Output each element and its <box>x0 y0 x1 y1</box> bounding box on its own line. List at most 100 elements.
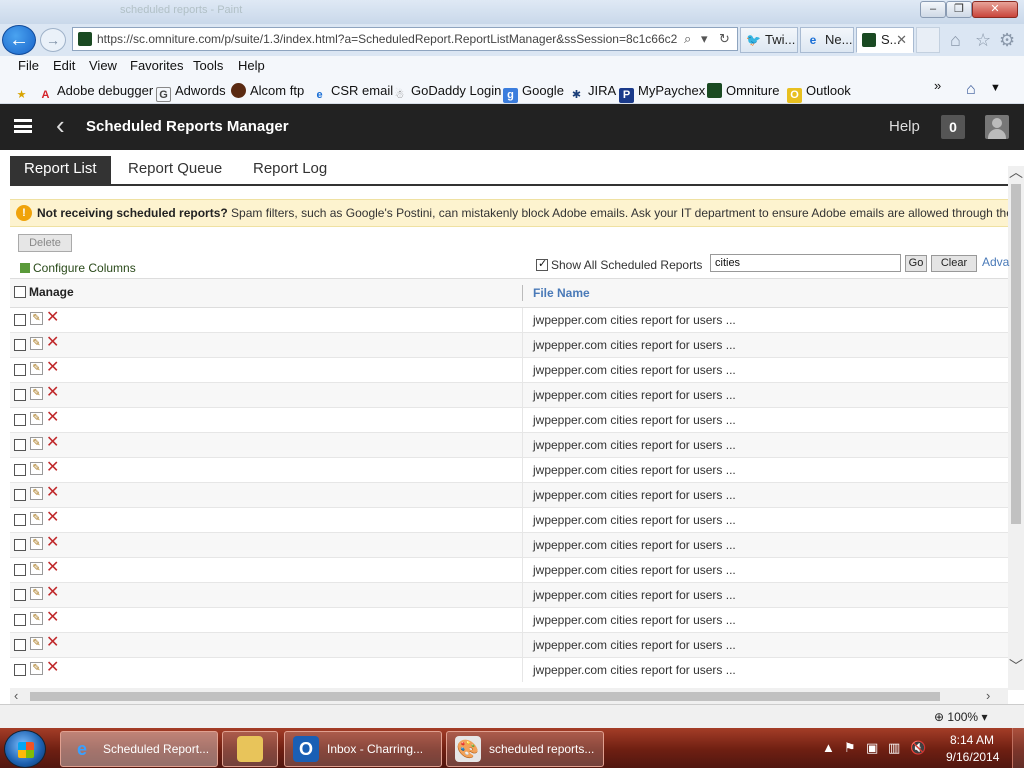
row-checkbox[interactable] <box>14 414 26 426</box>
network-icon[interactable]: ▥ <box>888 740 900 756</box>
table-row[interactable]: ✎ ✕ jwpepper.com cities report for users .… <box>10 583 1008 608</box>
search-input[interactable] <box>710 254 901 272</box>
edit-icon[interactable]: ✎ <box>30 662 43 675</box>
scroll-right-icon[interactable]: › <box>986 688 990 703</box>
table-row[interactable]: ✎ ✕ jwpepper.com cities report for users .… <box>10 608 1008 633</box>
back-button[interactable]: ← <box>2 25 36 55</box>
show-all-checkbox[interactable] <box>536 257 548 271</box>
file-name-cell[interactable]: jwpepper.com cities report for users ... <box>533 663 736 677</box>
table-row[interactable]: ✎ ✕ jwpepper.com cities report for users .… <box>10 458 1008 483</box>
file-name-cell[interactable]: jwpepper.com cities report for users ... <box>533 338 736 352</box>
close-window-button[interactable]: ✕ <box>972 1 1018 18</box>
edit-icon[interactable]: ✎ <box>30 537 43 550</box>
row-checkbox[interactable] <box>14 389 26 401</box>
table-row[interactable]: ✎ ✕ jwpepper.com cities report for users .… <box>10 633 1008 658</box>
tab-report-log[interactable]: Report Log <box>239 156 341 184</box>
volume-muted-icon[interactable]: 🔇 <box>910 740 926 756</box>
advanced-search-link[interactable]: Adva <box>982 255 1009 269</box>
delete-icon[interactable]: ✕ <box>46 434 59 452</box>
new-tab-button[interactable] <box>916 27 940 53</box>
edit-icon[interactable]: ✎ <box>30 512 43 525</box>
file-name-cell[interactable]: jwpepper.com cities report for users ... <box>533 638 736 652</box>
menu-view[interactable]: View <box>89 58 117 73</box>
edit-icon[interactable]: ✎ <box>30 437 43 450</box>
table-row[interactable]: ✎ ✕ jwpepper.com cities report for users .… <box>10 383 1008 408</box>
chevron-more-icon[interactable]: » <box>934 78 941 93</box>
file-name-column-header[interactable]: File Name <box>533 286 590 300</box>
menu-help[interactable]: Help <box>238 58 265 73</box>
table-row[interactable]: ✎ ✕ jwpepper.com cities report for users .… <box>10 483 1008 508</box>
edit-icon[interactable]: ✎ <box>30 462 43 475</box>
action-center-flag-icon[interactable]: ⚑ <box>844 740 856 756</box>
favorite-outlook[interactable]: O Outlook <box>787 83 851 103</box>
chevron-down-icon[interactable]: ▼ <box>990 82 1001 94</box>
table-row[interactable]: ✎ ✕ jwpepper.com cities report for users .… <box>10 508 1008 533</box>
file-name-cell[interactable]: jwpepper.com cities report for users ... <box>533 463 736 477</box>
home-icon[interactable]: ⌂ <box>950 30 961 51</box>
add-favorite-star-icon[interactable]: ★ <box>14 83 33 103</box>
favorite-adwords[interactable]: G Adwords <box>156 83 226 102</box>
table-row[interactable]: ✎ ✕ jwpepper.com cities report for users .… <box>10 333 1008 358</box>
delete-icon[interactable]: ✕ <box>46 534 59 552</box>
menu-edit[interactable]: Edit <box>53 58 75 73</box>
taskbar-item-explorer[interactable] <box>222 731 278 767</box>
file-name-cell[interactable]: jwpepper.com cities report for users ... <box>533 488 736 502</box>
select-all-checkbox[interactable] <box>14 286 26 298</box>
row-checkbox[interactable] <box>14 364 26 376</box>
taskbar-item-paint[interactable]: 🎨 scheduled reports... <box>446 731 604 767</box>
search-icon[interactable]: ⌕ <box>684 31 691 47</box>
file-name-cell[interactable]: jwpepper.com cities report for users ... <box>533 313 736 327</box>
show-desktop-button[interactable] <box>1012 728 1024 768</box>
browser-tab-new[interactable]: e Ne... <box>800 27 854 53</box>
favorite-mypaychex[interactable]: P MyPaychex <box>619 83 705 103</box>
avatar[interactable] <box>985 115 1009 139</box>
vertical-scrollbar[interactable] <box>1008 166 1024 690</box>
edit-icon[interactable]: ✎ <box>30 312 43 325</box>
clock-time[interactable]: 8:14 AM <box>950 733 994 747</box>
row-checkbox[interactable] <box>14 614 26 626</box>
browser-tab-twitter[interactable]: 🐦 Twi... <box>740 27 798 53</box>
start-button[interactable] <box>4 730 46 768</box>
delete-icon[interactable]: ✕ <box>46 559 59 577</box>
row-checkbox[interactable] <box>14 514 26 526</box>
row-checkbox[interactable] <box>14 439 26 451</box>
tray-expand-icon[interactable]: ▲ <box>822 740 835 755</box>
notification-badge[interactable]: 0 <box>941 115 965 139</box>
device-icon[interactable]: ▣ <box>866 740 878 756</box>
delete-icon[interactable]: ✕ <box>46 509 59 527</box>
help-link[interactable]: Help <box>889 118 920 135</box>
scroll-down-icon[interactable]: ﹀ <box>1008 656 1024 676</box>
file-name-cell[interactable]: jwpepper.com cities report for users ... <box>533 563 736 577</box>
minimize-button[interactable]: – <box>920 1 946 18</box>
table-row[interactable]: ✎ ✕ jwpepper.com cities report for users .… <box>10 358 1008 383</box>
file-name-cell[interactable]: jwpepper.com cities report for users ... <box>533 513 736 527</box>
delete-icon[interactable]: ✕ <box>46 609 59 627</box>
edit-icon[interactable]: ✎ <box>30 387 43 400</box>
forward-button[interactable]: → <box>40 28 66 52</box>
favorite-jira[interactable]: ✱ JIRA <box>569 83 616 103</box>
tab-report-list[interactable]: Report List <box>10 156 111 184</box>
favorite-google[interactable]: g Google <box>503 83 564 103</box>
delete-icon[interactable]: ✕ <box>46 484 59 502</box>
tab-report-queue[interactable]: Report Queue <box>114 156 236 184</box>
horizontal-scrollbar[interactable] <box>10 688 1008 704</box>
show-all-scheduled-reports[interactable]: Show All Scheduled Reports <box>536 257 702 272</box>
edit-icon[interactable]: ✎ <box>30 337 43 350</box>
menu-favorites[interactable]: Favorites <box>130 58 183 73</box>
delete-icon[interactable]: ✕ <box>46 359 59 377</box>
row-checkbox[interactable] <box>14 489 26 501</box>
delete-icon[interactable]: ✕ <box>46 659 59 677</box>
edit-icon[interactable]: ✎ <box>30 612 43 625</box>
manage-column-header[interactable]: Manage <box>14 285 74 299</box>
address-url[interactable]: https://sc.omniture.com/p/suite/1.3/inde… <box>97 32 677 46</box>
favorite-adobe-debugger[interactable]: A Adobe debugger <box>38 83 154 103</box>
edit-icon[interactable]: ✎ <box>30 412 43 425</box>
refresh-icon[interactable]: ↻ <box>719 31 730 47</box>
row-checkbox[interactable] <box>14 464 26 476</box>
edit-icon[interactable]: ✎ <box>30 637 43 650</box>
delete-icon[interactable]: ✕ <box>46 309 59 327</box>
delete-icon[interactable]: ✕ <box>46 634 59 652</box>
edit-icon[interactable]: ✎ <box>30 487 43 500</box>
file-name-cell[interactable]: jwpepper.com cities report for users ... <box>533 388 736 402</box>
favorite-godaddy-login[interactable]: ☃ GoDaddy Login <box>392 83 502 103</box>
